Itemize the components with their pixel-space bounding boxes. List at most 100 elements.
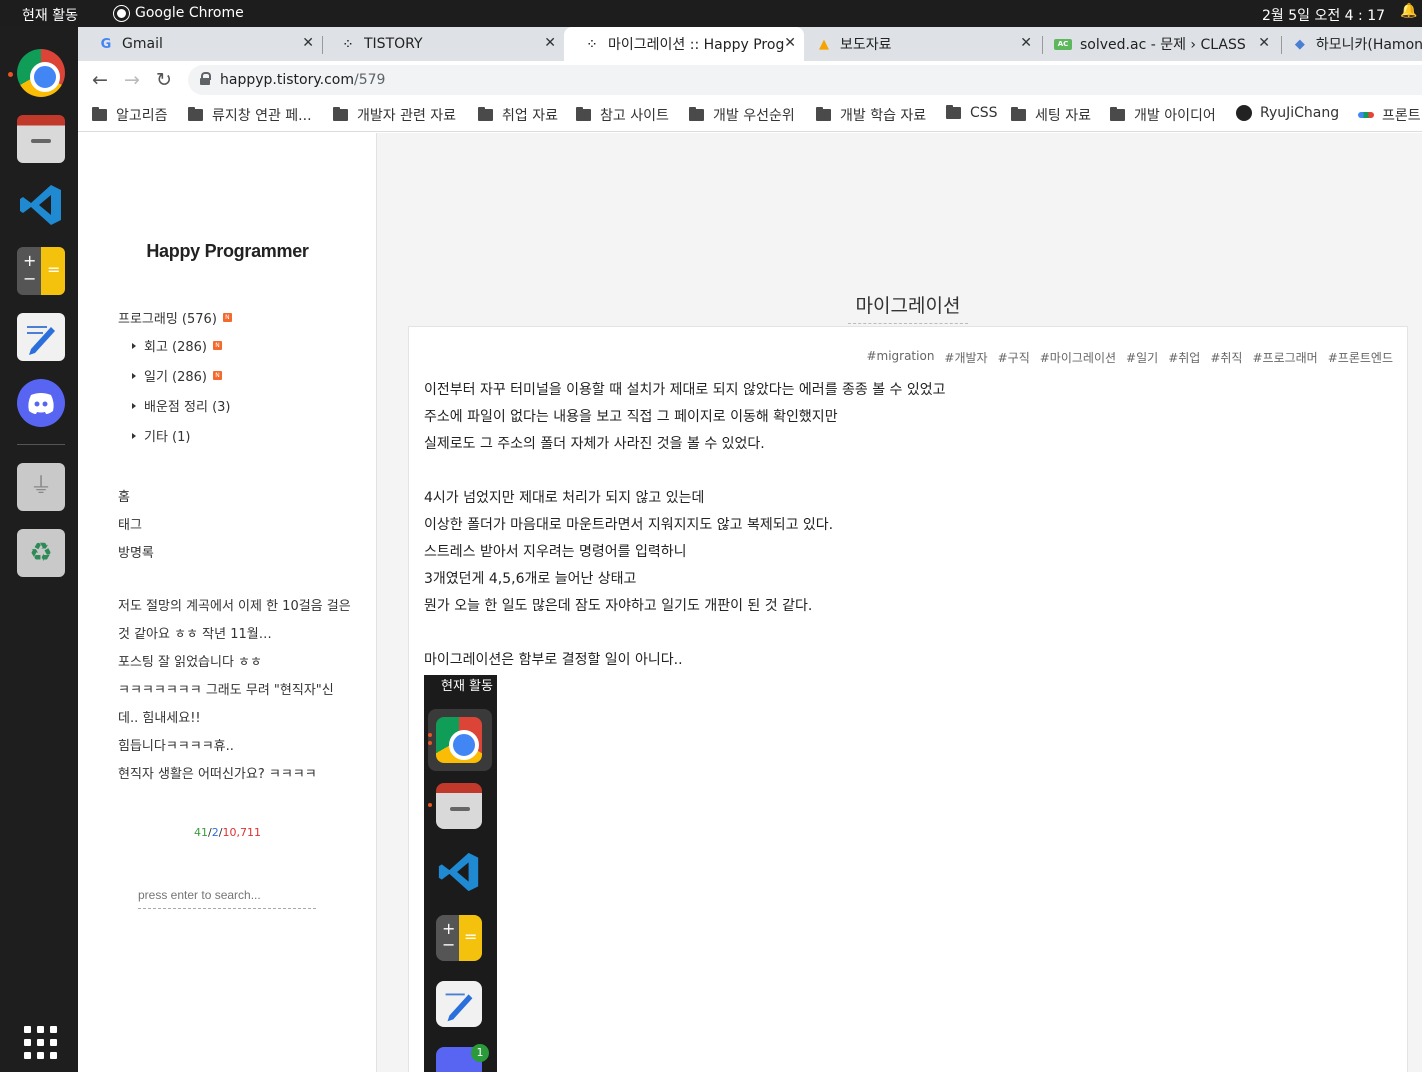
- tag-link[interactable]: #취직: [1210, 349, 1242, 366]
- close-icon[interactable]: ✕: [302, 35, 314, 51]
- link-tag[interactable]: 태그: [118, 514, 142, 533]
- tag-link[interactable]: #구직: [998, 349, 1030, 366]
- clock[interactable]: 2월 5일 오전 4 : 17: [1262, 5, 1385, 25]
- folder-icon: [1011, 107, 1026, 121]
- running-indicator: [428, 741, 432, 745]
- dock-separator: [17, 444, 65, 445]
- address-bar[interactable]: happyp.tistory.com/579: [188, 65, 1422, 95]
- tistory-icon: ⁘: [343, 38, 353, 50]
- new-badge: N: [213, 371, 223, 380]
- link-guestbook[interactable]: 방명록: [118, 542, 154, 561]
- usb-drive-icon[interactable]: ⏚: [17, 463, 65, 511]
- search-input[interactable]: [138, 881, 316, 909]
- bookmark-folder[interactable]: CSS: [946, 105, 998, 121]
- url-text: happyp.tistory.com/579: [220, 72, 386, 88]
- bookmark-folder[interactable]: 개발 아이디어: [1110, 105, 1216, 125]
- tag-link[interactable]: #개발자: [944, 349, 987, 366]
- post-body: #migration #개발자 #구직 #마이그레이션 #일기 #취업 #취직 …: [408, 326, 1408, 1072]
- text-editor-dock-icon[interactable]: [17, 313, 65, 361]
- recent-comment[interactable]: ㅋㅋㅋㅋㅋㅋㅋ 그래도 무려 "현직자"신데.. 힘내세요!!: [118, 677, 350, 733]
- notification-bell-icon[interactable]: 🔔: [1400, 3, 1417, 19]
- today-count: 41: [194, 826, 209, 839]
- forward-icon[interactable]: →: [120, 68, 144, 92]
- embedded-screenshot[interactable]: 현재 활동 + − = 1: [424, 675, 497, 1072]
- files-icon: [436, 783, 482, 829]
- close-icon[interactable]: ✕: [1020, 35, 1032, 51]
- visitor-counter: 41/2/10,711: [194, 826, 261, 839]
- caret-right-icon: [132, 342, 136, 349]
- trash-icon[interactable]: ♻: [17, 529, 65, 577]
- folder-icon: [816, 107, 831, 121]
- tab-hamonica[interactable]: ◆ 하모니카(Hamon: [1272, 27, 1422, 61]
- vscode-dock-icon[interactable]: [17, 181, 65, 229]
- folder-icon: [333, 107, 348, 121]
- close-icon[interactable]: ✕: [544, 35, 556, 51]
- recent-comment[interactable]: 현직자 생활은 어떠신가요? ㅋㅋㅋㅋ: [118, 761, 358, 789]
- tistory-icon: ⁘: [587, 38, 597, 50]
- blog-title[interactable]: Happy Programmer: [78, 241, 377, 262]
- total-count: 10,711: [222, 826, 261, 839]
- show-apps-icon[interactable]: [24, 1026, 58, 1060]
- close-icon[interactable]: ✕: [1258, 35, 1270, 51]
- tab-solvedac[interactable]: AC solved.ac - 문제 › CLASS ✕: [1034, 27, 1278, 61]
- post-line: 3개였던게 4,5,6개로 늘어난 상태고: [424, 571, 637, 587]
- post-line: 스트레스 받아서 지우려는 명령어를 입력하니: [424, 544, 687, 560]
- calculator-dock-icon[interactable]: + − =: [17, 247, 65, 295]
- category-learned[interactable]: 배운점 정리 (3): [132, 396, 230, 415]
- tab-gmail[interactable]: G Gmail ✕: [78, 27, 322, 61]
- gnome-top-bar: 현재 활동 Google Chrome 2월 5일 오전 4 : 17 🔔: [0, 0, 1422, 27]
- blog-sidebar: Happy Programmer 프로그래밍 (576) N 회고 (286) N …: [78, 133, 377, 1072]
- bookmark-folder[interactable]: 취업 자료: [478, 105, 558, 125]
- tag-link[interactable]: #일기: [1126, 349, 1158, 366]
- activities-button[interactable]: 현재 활동: [22, 5, 78, 25]
- tag-link[interactable]: #프로그래머: [1252, 349, 1317, 366]
- tag-link[interactable]: #마이그레이션: [1040, 349, 1116, 366]
- tab-title: 하모니카(Hamon: [1315, 37, 1422, 53]
- bookmark-folder[interactable]: 개발 우선순위: [689, 105, 795, 125]
- tag-link[interactable]: #취업: [1168, 349, 1200, 366]
- chrome-icon: [436, 717, 482, 763]
- running-indicator: [8, 72, 13, 77]
- reload-icon[interactable]: ↻: [152, 68, 176, 92]
- tag-link[interactable]: #migration: [866, 349, 934, 366]
- caret-right-icon: [132, 432, 136, 439]
- post-line: 주소에 파일이 없다는 내용을 보고 직접 그 페이지로 이동해 확인했지만: [424, 409, 838, 425]
- tag-link[interactable]: #프론트엔드: [1328, 349, 1393, 366]
- bookmark-front[interactable]: 프론트: [1358, 105, 1421, 125]
- chrome-dock-icon[interactable]: [17, 49, 65, 97]
- bookmark-folder[interactable]: 세팅 자료: [1011, 105, 1091, 125]
- category-diary[interactable]: 일기 (286) N: [132, 366, 223, 385]
- folder-icon: [92, 107, 107, 121]
- recent-comment[interactable]: 힘듭니다ㅋㅋㅋㅋ휴..: [118, 733, 358, 761]
- post-line: 마이그레이션은 함부로 결정할 일이 아니다..: [424, 652, 683, 668]
- lock-icon[interactable]: [200, 72, 211, 85]
- category-retrospect[interactable]: 회고 (286) N: [132, 336, 223, 355]
- hamonica-icon: ◆: [1294, 36, 1305, 52]
- back-icon[interactable]: ←: [88, 68, 112, 92]
- close-icon[interactable]: ✕: [784, 35, 796, 51]
- bookmark-folder[interactable]: 참고 사이트: [576, 105, 669, 125]
- bookmark-folder[interactable]: 류지창 연관 페...: [188, 105, 312, 125]
- bookmark-github[interactable]: RyuJiChang: [1236, 105, 1339, 121]
- discord-dock-icon[interactable]: [17, 379, 65, 427]
- notification-badge: 1: [471, 1044, 489, 1062]
- post-line: 4시가 넘었지만 제대로 처리가 되지 않고 있는데: [424, 490, 705, 506]
- recent-comment[interactable]: 저도 절망의 계곡에서 이제 한 10걸음 걸은 것 같아요 ㅎㅎ 작년 11월…: [118, 593, 356, 649]
- post-line: 이전부터 자꾸 터미널을 이용할 때 설치가 제대로 되지 않았다는 에러를 종…: [424, 382, 946, 398]
- tab-tistory[interactable]: ⁘ TISTORY ✕: [320, 27, 564, 61]
- bookmark-folder[interactable]: 개발 학습 자료: [816, 105, 926, 125]
- tab-title: TISTORY: [364, 36, 423, 52]
- link-home[interactable]: 홈: [118, 486, 130, 505]
- recent-comment[interactable]: 포스팅 잘 읽었습니다 ㅎㅎ: [118, 649, 358, 677]
- chrome-window: G Gmail ✕ ⁘ TISTORY ✕ ⁘ 마이그레이션 :: Happy …: [78, 27, 1422, 1072]
- new-badge: N: [213, 341, 223, 350]
- tab-press[interactable]: ▲ 보도자료 ✕: [796, 27, 1040, 61]
- category-programming[interactable]: 프로그래밍 (576) N: [118, 308, 232, 327]
- running-indicator: [428, 803, 432, 807]
- bookmark-folder[interactable]: 개발자 관련 자료: [333, 105, 456, 125]
- bookmark-folder[interactable]: 알고리즘: [92, 105, 168, 125]
- category-etc[interactable]: 기타 (1): [132, 426, 190, 445]
- files-dock-icon[interactable]: [17, 115, 65, 163]
- app-menu[interactable]: Google Chrome: [114, 5, 244, 21]
- tab-post-active[interactable]: ⁘ 마이그레이션 :: Happy Prog ✕: [564, 27, 804, 61]
